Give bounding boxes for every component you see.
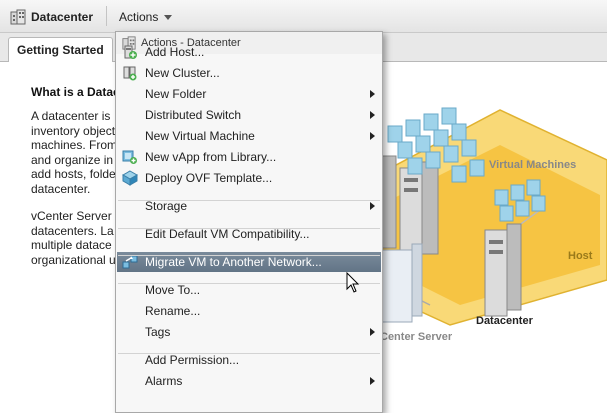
menu-item-label: Add Host... [145, 45, 205, 59]
menu-item-tags[interactable]: Tags [117, 322, 381, 342]
add-host-icon [124, 45, 137, 59]
mouse-cursor-icon [346, 272, 360, 293]
actions-label: Actions [119, 10, 159, 24]
chevron-down-icon [164, 14, 173, 20]
menu-item-label: Edit Default VM Compatibility... [145, 227, 310, 241]
menu-item-label: Storage [145, 199, 188, 213]
submenu-arrow-icon [370, 328, 375, 336]
menu-item-storage[interactable]: Storage [117, 196, 381, 216]
menu-item-rename[interactable]: Rename... [117, 301, 381, 321]
object-toolbar: Datacenter Actions [0, 0, 607, 33]
menu-item-label: Deploy OVF Template... [145, 171, 273, 185]
menu-item-label: Migrate VM to Another Network... [145, 255, 322, 269]
menu-item-label: New vApp from Library... [145, 150, 277, 164]
object-title-text: Datacenter [31, 10, 94, 24]
object-title: Datacenter [10, 8, 93, 26]
actions-button[interactable]: Actions [112, 5, 179, 29]
menu-item-new-virtual-machine[interactable]: New Virtual Machine [117, 126, 381, 146]
submenu-arrow-icon [370, 202, 375, 210]
host-label: Host [568, 250, 593, 262]
description-line: multiple datace [31, 238, 112, 252]
menu-item-new-cluster[interactable]: New Cluster... [117, 63, 381, 83]
tab-label: Getting Started [17, 43, 104, 57]
description-line: vCenter Server c [31, 209, 122, 223]
menu-item-alarms[interactable]: Alarms [117, 371, 381, 391]
deploy-ovf-icon [122, 170, 138, 186]
actions-menu: Actions - Datacenter Add Host... New Clus… [115, 31, 383, 413]
migrate-network-icon [122, 255, 138, 269]
description-line: datacenters. La [31, 223, 114, 238]
datacenter-icon [10, 9, 26, 25]
menu-item-edit-default-vm-compatibility[interactable]: Edit Default VM Compatibility... [117, 224, 381, 244]
description-line: machines. From [31, 138, 118, 152]
menu-item-deploy-ovf-template[interactable]: Deploy OVF Template... [117, 168, 381, 188]
tab-getting-started[interactable]: Getting Started [8, 37, 113, 63]
description-line: and organize in [31, 152, 114, 167]
menu-item-distributed-switch[interactable]: Distributed Switch [117, 105, 381, 125]
description-line: organizational u [31, 252, 116, 267]
menu-separator [118, 353, 380, 354]
menu-item-new-folder[interactable]: New Folder [117, 84, 381, 104]
section-heading: What is a Datac [31, 85, 120, 99]
menu-separator [118, 255, 380, 256]
menu-item-add-host[interactable]: Add Host... [117, 42, 381, 62]
menu-item-new-vapp-from-library[interactable]: New vApp from Library... [117, 147, 381, 167]
menu-item-label: New Cluster... [145, 66, 220, 80]
menu-item-label: Alarms [145, 374, 183, 388]
new-cluster-icon [123, 66, 137, 81]
toolbar-divider [106, 6, 107, 26]
new-vapp-icon [122, 150, 137, 164]
description-line: add hosts, folde [31, 167, 116, 181]
menu-separator [118, 283, 380, 284]
menu-item-label: New Folder [145, 87, 207, 101]
vm-label: Virtual Machines [489, 159, 577, 171]
menu-item-label: Add Permission... [145, 353, 240, 367]
description-line: inventory object [31, 123, 116, 138]
menu-separator [118, 228, 380, 229]
description-line: datacenter. [31, 181, 91, 196]
vcenter-label: Center Server [380, 331, 453, 343]
menu-item-label: New Virtual Machine [145, 129, 255, 143]
menu-item-label: Distributed Switch [145, 108, 242, 122]
description-line: A datacenter is [31, 109, 111, 123]
menu-item-label: Tags [145, 325, 171, 339]
menu-item-label: Move To... [145, 283, 201, 297]
submenu-arrow-icon [370, 111, 375, 119]
menu-item-label: Rename... [145, 304, 201, 318]
menu-separator [118, 200, 380, 201]
datacenter-label: Datacenter [476, 315, 533, 327]
submenu-arrow-icon [370, 90, 375, 98]
submenu-arrow-icon [370, 132, 375, 140]
submenu-arrow-icon [370, 377, 375, 385]
